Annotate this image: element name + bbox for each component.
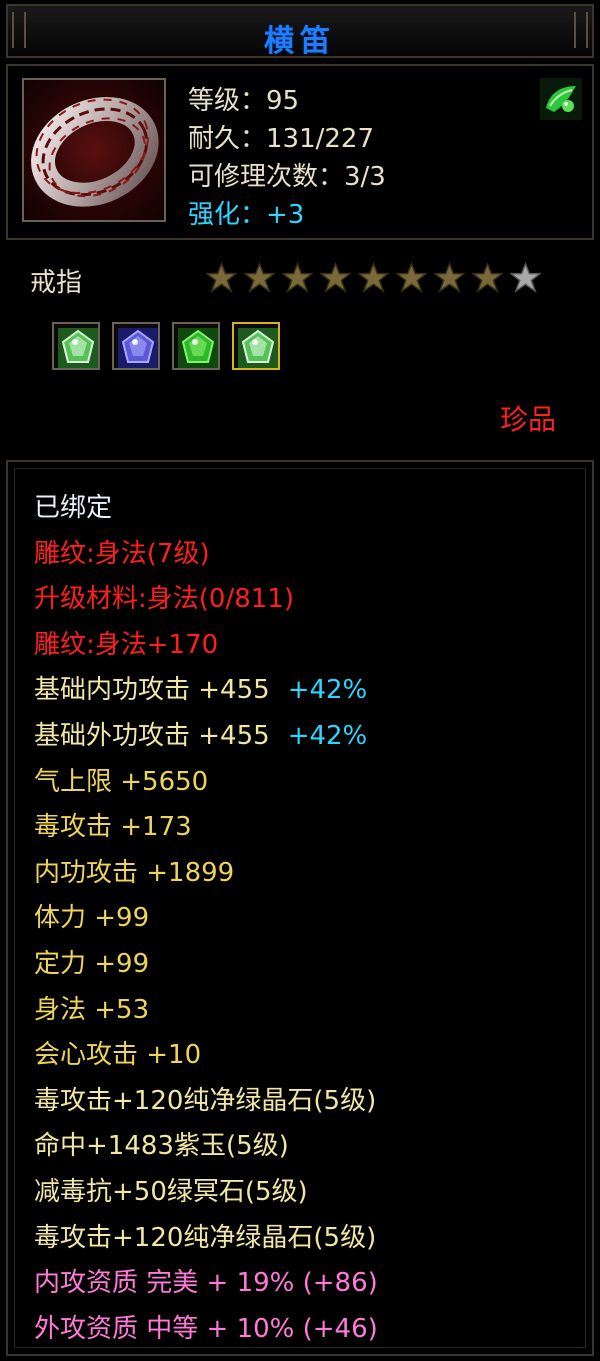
attribute-line: 雕纹:身法(7级) bbox=[34, 532, 378, 578]
attribute-text: 内攻资质 完美 + 19% (+86) bbox=[34, 1268, 378, 1299]
attribute-text: 毒攻击+120纯净绿晶石(5级) bbox=[34, 1085, 377, 1116]
socket-slots bbox=[52, 322, 280, 370]
attribute-text: 减毒抗+50绿冥石(5级) bbox=[34, 1176, 308, 1207]
item-stats: 等级：95 耐久：131/227 可修理次数：3/3 强化：+3 bbox=[188, 82, 386, 234]
attribute-line: 毒攻击 +173 bbox=[34, 805, 378, 851]
socket-slot[interactable] bbox=[232, 322, 280, 370]
green-gem-icon bbox=[540, 78, 582, 120]
star-filled-icon bbox=[434, 262, 465, 293]
item-title: 横笛 bbox=[264, 24, 336, 59]
attribute-line: 定力 +99 bbox=[34, 942, 378, 988]
star-empty-icon bbox=[510, 262, 541, 293]
level-text: 等级：95 bbox=[188, 86, 300, 116]
attribute-text: 内功攻击 +1899 bbox=[34, 857, 235, 888]
attribute-line: 雕纹:身法+170 bbox=[34, 623, 378, 669]
durability-text: 耐久：131/227 bbox=[188, 124, 375, 154]
item-type: 戒指 bbox=[30, 268, 83, 298]
attribute-text: 气上限 +5650 bbox=[34, 766, 209, 797]
socket-slot[interactable] bbox=[112, 322, 160, 370]
attribute-line: 基础外功攻击 +455 +42% bbox=[34, 714, 378, 760]
attribute-line: 已绑定 bbox=[34, 486, 378, 532]
white-green-crystal-icon bbox=[58, 328, 98, 368]
attribute-line: 减毒抗+50绿冥石(5级) bbox=[34, 1170, 378, 1216]
attribute-text: 毒攻击+120纯净绿晶石(5级) bbox=[34, 1222, 377, 1253]
ring-icon bbox=[31, 96, 159, 207]
star-rating bbox=[206, 262, 541, 296]
attribute-text: 基础外功攻击 +455 bbox=[34, 720, 270, 751]
repair-times-text: 可修理次数：3/3 bbox=[188, 162, 386, 192]
attribute-bonus-percent: +42% bbox=[287, 720, 368, 751]
attribute-bonus-percent: +42% bbox=[287, 675, 368, 706]
attribute-text: 外攻资质 中等 + 10% (+46) bbox=[34, 1313, 378, 1344]
attribute-line: 外攻资质 中等 + 10% (+46) bbox=[34, 1307, 378, 1353]
attribute-text: 命中+1483紫玉(5级) bbox=[34, 1131, 289, 1162]
green-crystal-icon bbox=[178, 328, 218, 368]
title-bar: 横笛 bbox=[6, 4, 594, 59]
attribute-line: 毒攻击+120纯净绿晶石(5级) bbox=[34, 1216, 378, 1262]
attribute-line: 内功攻击 +1899 bbox=[34, 851, 378, 897]
star-filled-icon bbox=[320, 262, 351, 293]
attribute-text: 体力 +99 bbox=[34, 903, 150, 934]
attributes-panel: 已绑定雕纹:身法(7级) 升级材料:身法(0/811) 雕纹:身法+170 基础内功攻… bbox=[6, 460, 594, 1356]
attribute-text: 雕纹:身法(7级) bbox=[34, 538, 210, 569]
attribute-line: 会心攻击 +10 bbox=[34, 1033, 378, 1079]
star-filled-icon bbox=[472, 262, 503, 293]
star-filled-icon bbox=[358, 262, 389, 293]
ring-portrait bbox=[22, 78, 166, 222]
attribute-text: 升级材料:身法(0/811) bbox=[34, 584, 294, 615]
attribute-line: 升级材料:身法(0/811) bbox=[34, 577, 378, 623]
item-header: 等级：95 耐久：131/227 可修理次数：3/3 强化：+3 bbox=[6, 64, 594, 240]
attribute-text: 会心攻击 +10 bbox=[34, 1040, 202, 1071]
socket-slot[interactable] bbox=[172, 322, 220, 370]
attributes-list: 已绑定雕纹:身法(7级) 升级材料:身法(0/811) 雕纹:身法+170 基础内功攻… bbox=[34, 486, 378, 1352]
attribute-text: 已绑定 bbox=[34, 493, 113, 523]
attribute-text: 雕纹:身法+170 bbox=[34, 629, 219, 660]
rarity-label: 珍品 bbox=[499, 403, 556, 436]
purple-crystal-icon bbox=[118, 328, 158, 368]
item-tooltip: 横笛 等级：95 耐久：131/227 可修理次数：3/3 强化：+3 戒指 珍… bbox=[0, 0, 600, 1361]
attribute-line: 身法 +53 bbox=[34, 988, 378, 1034]
enhance-text: 强化：+3 bbox=[188, 200, 305, 230]
attribute-text: 定力 +99 bbox=[34, 948, 150, 979]
attribute-line: 内攻资质 完美 + 19% (+86) bbox=[34, 1261, 378, 1307]
star-filled-icon bbox=[244, 262, 275, 293]
attribute-text: 基础内功攻击 +455 bbox=[34, 675, 270, 706]
attribute-line: 基础内功攻击 +455 +42% bbox=[34, 668, 378, 714]
star-filled-icon bbox=[206, 262, 237, 293]
attribute-line: 气上限 +5650 bbox=[34, 760, 378, 806]
attribute-text: 身法 +53 bbox=[34, 994, 150, 1025]
star-filled-icon bbox=[282, 262, 313, 293]
attribute-line: 命中+1483紫玉(5级) bbox=[34, 1124, 378, 1170]
socket-slot[interactable] bbox=[52, 322, 100, 370]
attribute-line: 毒攻击+120纯净绿晶石(5级) bbox=[34, 1079, 378, 1125]
attribute-line: 体力 +99 bbox=[34, 896, 378, 942]
attribute-text: 毒攻击 +173 bbox=[34, 812, 192, 843]
star-filled-icon bbox=[396, 262, 427, 293]
white-green-crystal-icon bbox=[238, 328, 278, 368]
